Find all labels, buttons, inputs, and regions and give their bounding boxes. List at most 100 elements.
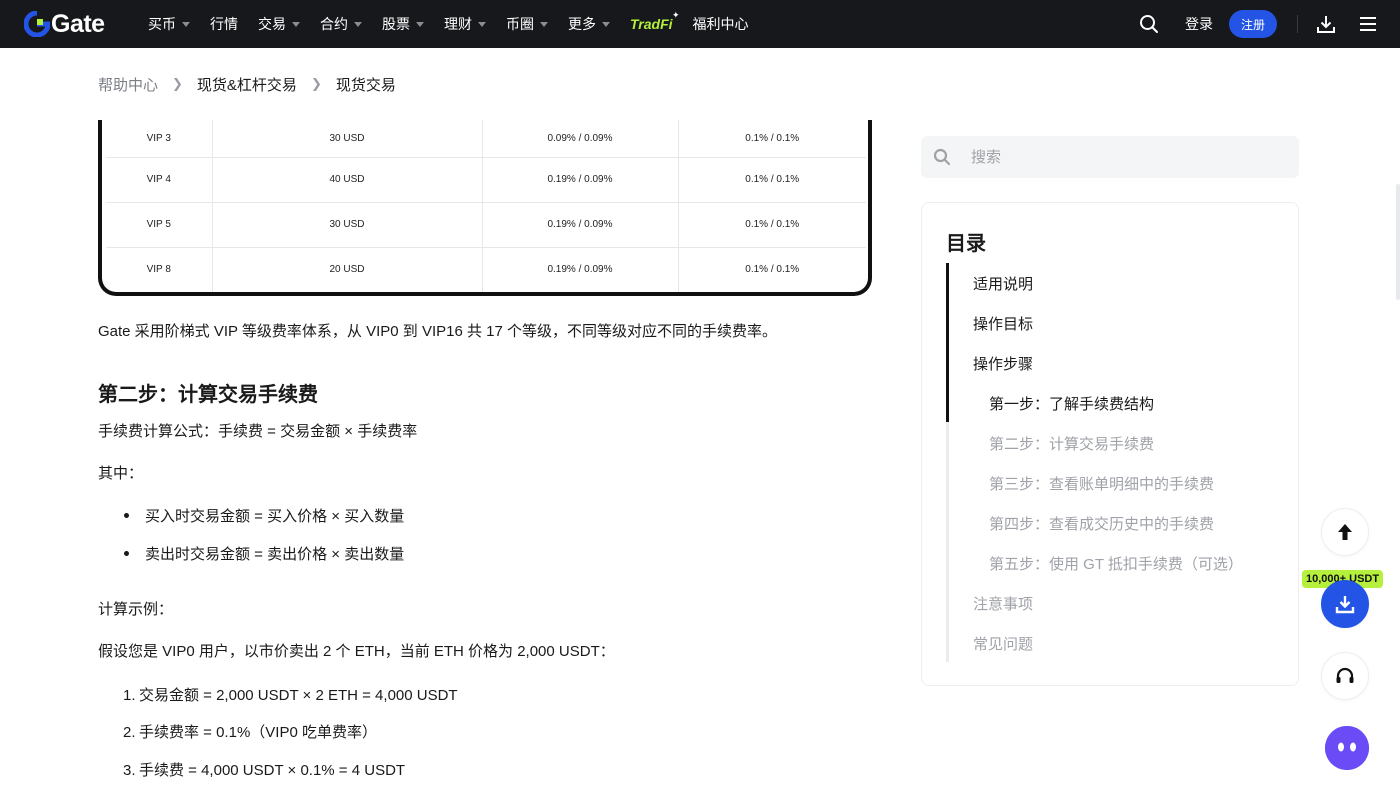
step2-heading: 第二步：计算交易手续费: [98, 384, 318, 406]
toc-item-notes[interactable]: 注意事项: [973, 593, 1033, 614]
chevron-right-icon: ❯: [172, 76, 183, 91]
customer-support-button[interactable]: [1321, 652, 1369, 700]
register-button[interactable]: 注册: [1228, 10, 1277, 38]
arrow-up-icon: [1338, 524, 1352, 540]
vip-fee-table: VIP 3 30 USD 0.09% / 0.09% 0.1% / 0.1% V…: [106, 120, 866, 292]
breadcrumb-spot-margin[interactable]: 现货&杠杆交易: [197, 74, 297, 95]
download-icon[interactable]: [1316, 14, 1336, 34]
page-scrollbar[interactable]: [1396, 184, 1400, 300]
toc-item-scope[interactable]: 适用说明: [973, 273, 1033, 294]
nav-actions: 登录 注册: [1139, 0, 1376, 48]
ordered-list-text: 手续费率 = 0.1%（VIP0 吃单费率）: [139, 724, 377, 741]
table-cell: 40 USD: [212, 157, 483, 203]
chevron-down-icon: [354, 21, 362, 27]
gate-logo[interactable]: Gate: [24, 10, 105, 38]
nav-item-label: 行情: [210, 16, 238, 32]
brand-name: Gate: [51, 9, 105, 38]
ordered-list-item: 3. 手续费 = 4,000 USDT × 0.1% = 4 USDT: [123, 762, 406, 779]
toc-item-goal[interactable]: 操作目标: [973, 313, 1033, 334]
breadcrumb-help-center[interactable]: 帮助中心: [98, 74, 158, 95]
nav-item-label: 交易: [258, 16, 286, 32]
chevron-down-icon: [182, 21, 190, 27]
search-icon[interactable]: [1139, 14, 1159, 34]
gate-logo-icon: [24, 11, 50, 37]
chevron-down-icon: [540, 21, 548, 27]
table-cell: 30 USD: [212, 202, 483, 248]
login-link[interactable]: 登录: [1185, 14, 1213, 34]
search-input[interactable]: [971, 148, 1271, 166]
nav-item-tradfi[interactable]: TradFi ✦: [630, 10, 680, 32]
toc-item-steps[interactable]: 操作步骤: [973, 353, 1033, 374]
table-cell: 0.1% / 0.1%: [745, 264, 800, 276]
ordered-list-item: 1. 交易金额 = 2,000 USDT × 2 ETH = 4,000 USDT: [123, 687, 458, 704]
nav-item-stocks[interactable]: 股票: [382, 14, 424, 34]
toc-title: 目录: [946, 233, 986, 255]
bot-face-icon: [1325, 726, 1369, 770]
list-item: 卖出时交易金额 = 卖出价格 × 卖出数量: [123, 543, 404, 564]
table-cell: VIP 3: [106, 120, 213, 158]
nav-item-earn[interactable]: 理财: [444, 14, 486, 34]
app-download-button[interactable]: [1321, 580, 1369, 628]
table-cell: 0.19% / 0.09%: [482, 247, 679, 292]
top-navbar: Gate 买币 行情 交易 合约 股票 理财 币圈 更多 TradFi ✦ 福利中…: [0, 0, 1400, 48]
nav-item-label: 理财: [444, 16, 472, 32]
nav-item-community[interactable]: 币圈: [506, 14, 548, 34]
table-of-contents: 目录 适用说明 操作目标 操作步骤 第一步：了解手续费结构 第二步：计算交易手续…: [921, 202, 1299, 686]
table-cell: 0.1% / 0.1%: [678, 120, 866, 158]
table-cell: VIP 4: [106, 157, 213, 203]
example-label: 计算示例：: [98, 601, 174, 618]
where-label: 其中：: [98, 465, 144, 482]
chevron-down-icon: [292, 21, 300, 27]
chevron-down-icon: [416, 21, 424, 27]
toc-progress-indicator: [946, 263, 949, 422]
download-icon: [1335, 596, 1355, 614]
sparkle-icon: ✦: [671, 10, 680, 20]
formula-paragraph: 手续费计算公式：手续费 = 交易金额 × 手续费率: [98, 423, 418, 440]
chevron-down-icon: [478, 21, 486, 27]
table-row: VIP 8 20 USD 0.19% / 0.09% 0.1% / 0.1%: [106, 247, 866, 292]
breadcrumb: 帮助中心 ❯ 现货&杠杆交易 ❯ 现货交易: [98, 74, 396, 94]
nav-item-label: 股票: [382, 16, 410, 32]
ordered-list-text: 手续费 = 4,000 USDT × 0.1% = 4 USDT: [139, 762, 406, 779]
toc-item-step1[interactable]: 第一步：了解手续费结构: [989, 393, 1154, 414]
nav-item-more[interactable]: 更多: [568, 14, 610, 34]
nav-item-futures[interactable]: 合约: [320, 14, 362, 34]
nav-item-label: 更多: [568, 16, 596, 32]
table-cell: 20 USD: [212, 247, 483, 292]
ordered-list-item: 2. 手续费率 = 0.1%（VIP0 吃单费率）: [123, 724, 377, 741]
table-cell: VIP 8: [106, 247, 213, 292]
article-content: VIP 3 30 USD 0.09% / 0.09% 0.1% / 0.1% V…: [98, 120, 873, 779]
back-to-top-button[interactable]: [1321, 508, 1369, 556]
search-icon: [933, 148, 951, 166]
table-cell: 0.1% / 0.1%: [678, 202, 866, 248]
table-cell: 0.1% / 0.1%: [678, 157, 866, 203]
nav-item-buy-crypto[interactable]: 买币: [148, 14, 190, 34]
table-row: VIP 5 30 USD 0.19% / 0.09% 0.1% / 0.1%: [106, 202, 866, 248]
list-item: 买入时交易金额 = 买入价格 × 买入数量: [123, 505, 404, 526]
breadcrumb-spot-trading[interactable]: 现货交易: [336, 74, 396, 95]
nav-item-welfare-center[interactable]: 福利中心: [693, 14, 749, 34]
toc-item-step2[interactable]: 第二步：计算交易手续费: [989, 433, 1154, 454]
intro-paragraph: Gate 采用阶梯式 VIP 等级费率体系，从 VIP0 到 VIP16 共 1…: [98, 323, 778, 340]
nav-divider: [1297, 15, 1298, 33]
toc-item-step5[interactable]: 第五步：使用 GT 抵扣手续费（可选）: [989, 553, 1243, 574]
toc-item-step3[interactable]: 第三步：查看账单明细中的手续费: [989, 473, 1214, 494]
help-search: [921, 136, 1299, 178]
nav-item-markets[interactable]: 行情: [210, 14, 238, 34]
menu-icon[interactable]: [1360, 17, 1376, 31]
vip-fee-table-image: VIP 3 30 USD 0.09% / 0.09% 0.1% / 0.1% V…: [98, 120, 872, 296]
table-cell: 30 USD: [212, 120, 483, 158]
table-cell: 0.09% / 0.09%: [482, 120, 679, 158]
toc-item-faq[interactable]: 常见问题: [973, 633, 1033, 654]
table-cell: VIP 5: [106, 202, 213, 248]
nav-item-label: 合约: [320, 16, 348, 32]
table-cell: 0.19% / 0.09%: [482, 202, 679, 248]
table-cell: 0.19% / 0.09%: [482, 157, 679, 203]
toc-item-step4[interactable]: 第四步：查看成交历史中的手续费: [989, 513, 1214, 534]
chevron-right-icon: ❯: [310, 76, 322, 91]
ai-assistant-button[interactable]: [1325, 726, 1369, 770]
tradfi-label: TradFi: [630, 16, 673, 32]
nav-item-trade[interactable]: 交易: [258, 14, 300, 34]
main-menu: 买币 行情 交易 合约 股票 理财 币圈 更多 TradFi ✦ 福利中心: [148, 0, 769, 48]
ordered-list-text: 交易金额 = 2,000 USDT × 2 ETH = 4,000 USDT: [139, 687, 458, 704]
